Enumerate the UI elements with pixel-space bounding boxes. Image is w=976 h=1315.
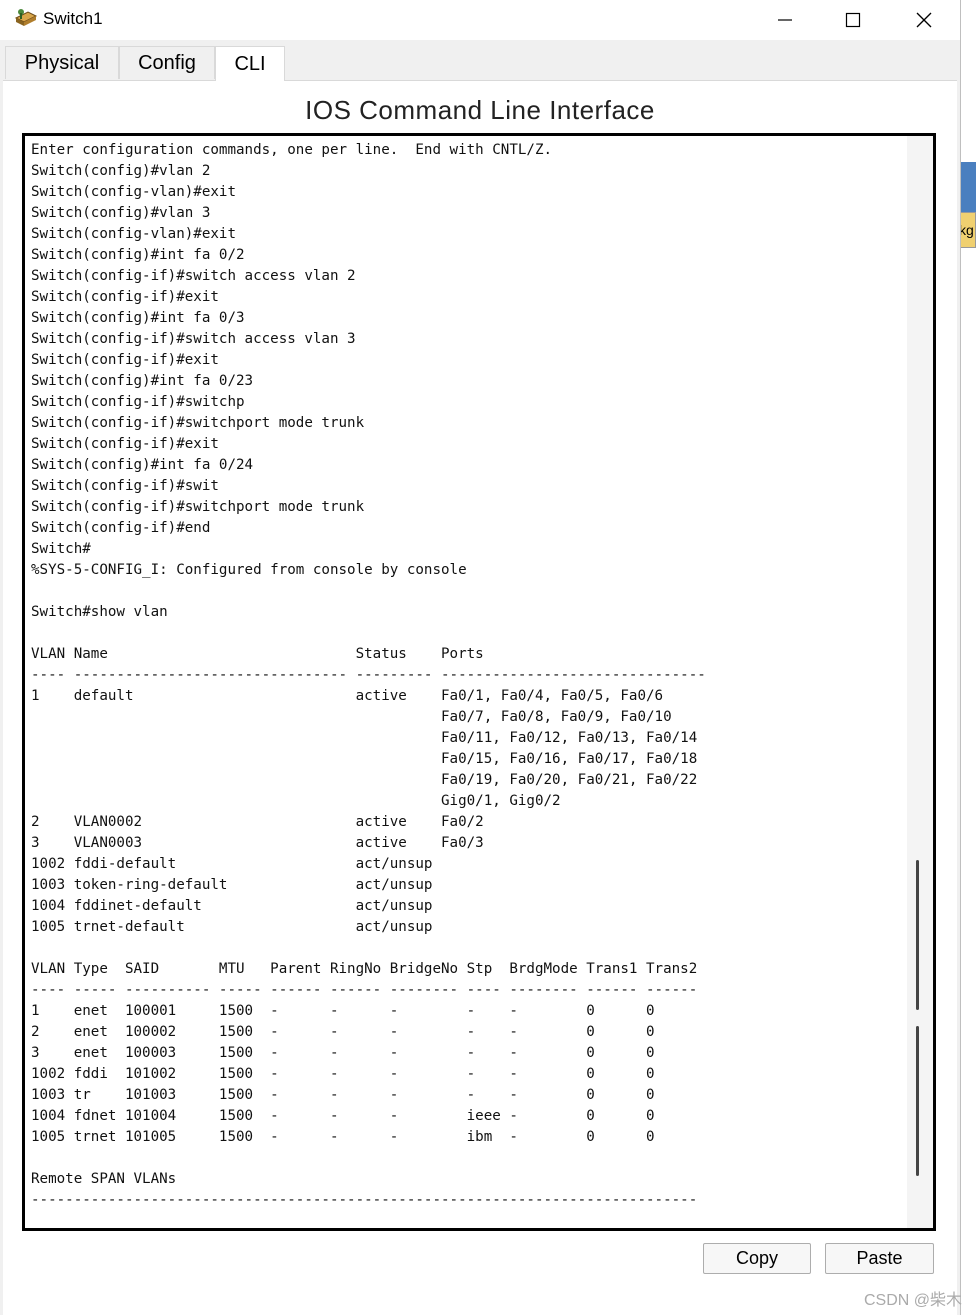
terminal-line: 2 enet 100002 1500 - - - - - 0 0 (31, 1024, 655, 1040)
tab-config[interactable]: Config (119, 46, 215, 79)
switch-window: Switch1 Physical Config CLI IOS Command … (0, 0, 961, 1315)
close-button[interactable] (889, 0, 959, 40)
terminal-line: 1003 tr 101003 1500 - - - - - 0 0 (31, 1087, 655, 1103)
terminal-line: Switch(config-if)#exit (31, 436, 219, 452)
cli-terminal[interactable]: Enter configuration commands, one per li… (22, 133, 936, 1231)
terminal-line: Switch(config-if)#switch access vlan 2 (31, 268, 356, 284)
terminal-line: 1002 fddi-default act/unsup (31, 856, 433, 872)
terminal-line: Gig0/1, Gig0/2 (31, 793, 561, 809)
terminal-line: Switch(config-if)#switchport mode trunk (31, 499, 365, 515)
terminal-line: Switch(config-if)#exit (31, 289, 219, 305)
cli-panel: IOS Command Line Interface Enter configu… (3, 81, 957, 1315)
terminal-line: 3 enet 100003 1500 - - - - - 0 0 (31, 1045, 655, 1061)
terminal-line: Switch(config-if)#exit (31, 352, 219, 368)
terminal-line: VLAN Name Status Ports (31, 646, 484, 662)
maximize-icon (845, 12, 861, 28)
terminal-line: Switch(config-if)#end (31, 520, 211, 536)
terminal-line: Switch(config-if)#switch access vlan 3 (31, 331, 356, 347)
terminal-line: 1002 fddi 101002 1500 - - - - - 0 0 (31, 1066, 655, 1082)
terminal-line: 1005 trnet-default act/unsup (31, 919, 433, 935)
title-bar[interactable]: Switch1 (0, 0, 960, 40)
terminal-line: Fa0/7, Fa0/8, Fa0/9, Fa0/10 (31, 709, 672, 725)
terminal-line: Switch(config-if)#switchp (31, 394, 245, 410)
scrollbar-thumb-secondary[interactable] (916, 1026, 919, 1176)
terminal-line: Switch(config)#int fa 0/24 (31, 457, 254, 473)
minimize-icon (778, 19, 792, 21)
terminal-line: Switch(config)#int fa 0/3 (31, 310, 245, 326)
terminal-line: VLAN Type SAID MTU Parent RingNo BridgeN… (31, 961, 698, 977)
terminal-line: 1004 fddinet-default act/unsup (31, 898, 433, 914)
terminal-line: Switch(config)#vlan 2 (31, 163, 211, 179)
background-window-strip (961, 162, 976, 214)
terminal-line: ----------------------------------------… (31, 1192, 698, 1208)
tab-cli[interactable]: CLI (215, 46, 285, 81)
terminal-output[interactable]: Enter configuration commands, one per li… (31, 140, 911, 1225)
switch-device-icon (14, 8, 38, 30)
terminal-line: Switch# (31, 541, 91, 557)
terminal-line: 2 VLAN0002 active Fa0/2 (31, 814, 484, 830)
terminal-line: Switch#show vlan (31, 604, 168, 620)
terminal-line: Switch(config)#int fa 0/2 (31, 247, 245, 263)
terminal-line: Switch(config-vlan)#exit (31, 184, 236, 200)
copy-button[interactable]: Copy (703, 1243, 811, 1274)
paste-button[interactable]: Paste (825, 1243, 934, 1274)
terminal-line: ---- ----- ---------- ----- ------ -----… (31, 982, 698, 998)
terminal-line: Remote SPAN VLANs (31, 1171, 177, 1187)
terminal-line: Fa0/19, Fa0/20, Fa0/21, Fa0/22 (31, 772, 698, 788)
terminal-line: Switch(config-vlan)#exit (31, 226, 236, 242)
tab-physical[interactable]: Physical (5, 46, 119, 79)
maximize-button[interactable] (818, 0, 888, 40)
terminal-line: %SYS-5-CONFIG_I: Configured from console… (31, 562, 467, 578)
terminal-line: 1 enet 100001 1500 - - - - - 0 0 (31, 1003, 655, 1019)
terminal-line: Switch(config-if)#swit (31, 478, 219, 494)
tab-bar: Physical Config CLI (3, 40, 957, 81)
terminal-line: 1004 fdnet 101004 1500 - - - ieee - 0 0 (31, 1108, 655, 1124)
terminal-line: Switch(config)#int fa 0/23 (31, 373, 254, 389)
minimize-button[interactable] (750, 0, 820, 40)
terminal-scrollbar[interactable] (907, 136, 933, 1228)
terminal-line: 1003 token-ring-default act/unsup (31, 877, 433, 893)
terminal-line: Enter configuration commands, one per li… (31, 142, 553, 158)
terminal-line: Switch(config-if)#switchport mode trunk (31, 415, 365, 431)
terminal-line: Switch(config)#vlan 3 (31, 205, 211, 221)
watermark: CSDN @柴木 (864, 1292, 963, 1309)
terminal-line: Fa0/15, Fa0/16, Fa0/17, Fa0/18 (31, 751, 698, 767)
window-title: Switch1 (43, 9, 103, 28)
terminal-line: 3 VLAN0003 active Fa0/3 (31, 835, 484, 851)
terminal-line: ---- -------------------------------- --… (31, 667, 706, 683)
scrollbar-thumb[interactable] (916, 860, 919, 1010)
close-icon (916, 12, 932, 28)
terminal-line: 1005 trnet 101005 1500 - - - ibm - 0 0 (31, 1129, 655, 1145)
terminal-line: 1 default active Fa0/1, Fa0/4, Fa0/5, Fa… (31, 688, 664, 704)
terminal-line: Fa0/11, Fa0/12, Fa0/13, Fa0/14 (31, 730, 698, 746)
page-title: IOS Command Line Interface (305, 95, 655, 125)
